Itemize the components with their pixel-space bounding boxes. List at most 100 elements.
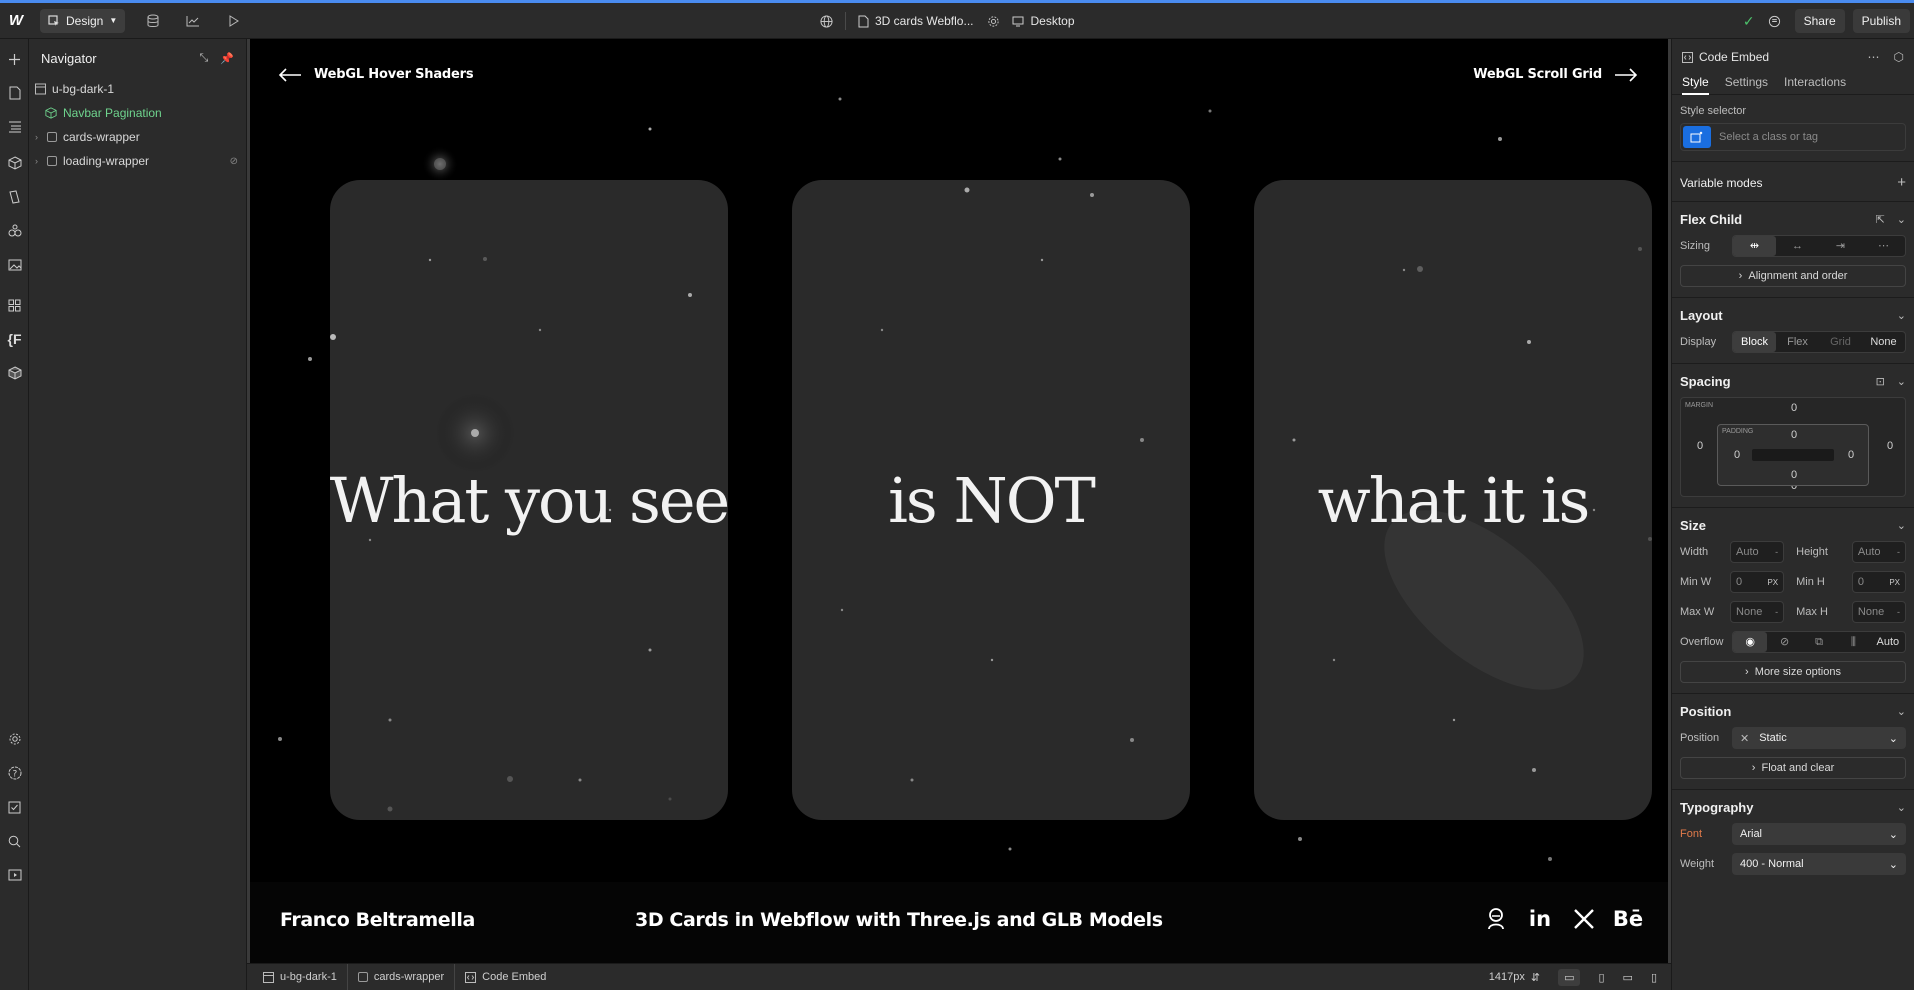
github-icon[interactable] [1482, 905, 1510, 933]
canvas[interactable]: WebGL Hover Shaders WebGL Scroll Grid Wh… [250, 39, 1668, 963]
expand-icon[interactable]: ⇱ [1876, 213, 1885, 226]
design-mode-button[interactable]: Design ▼ [40, 8, 126, 33]
cms-collections-icon[interactable]: {F [0, 325, 29, 353]
width-input[interactable]: Auto - [1730, 541, 1785, 563]
comments-icon[interactable] [1763, 3, 1787, 39]
pages-icon[interactable] [0, 79, 29, 107]
display-none-option[interactable]: None [1862, 332, 1905, 352]
style-selector-field[interactable]: Select a class or tag [1680, 123, 1906, 151]
chevron-down-icon[interactable]: ⌄ [1897, 309, 1906, 322]
analytics-icon[interactable] [173, 3, 213, 39]
add-elements-icon[interactable] [0, 45, 29, 73]
help-icon[interactable]: ? [0, 759, 29, 787]
weight-select[interactable]: 400 - Normal ⌄ [1732, 853, 1906, 875]
page-selector[interactable]: 3D cards Webflo... [858, 14, 973, 28]
breadcrumb-code-embed[interactable]: Code Embed [455, 964, 556, 990]
font-select[interactable]: Arial ⌄ [1732, 823, 1906, 845]
video-tutorial-icon[interactable] [0, 861, 29, 889]
overflow-scroll-icon[interactable]: ⧉ [1802, 632, 1836, 652]
tab-style[interactable]: Style [1682, 75, 1709, 95]
components-icon[interactable] [0, 149, 29, 177]
collapse-all-icon[interactable]: ⤡ [199, 52, 208, 65]
overflow-visible-eye-icon[interactable]: ◉ [1733, 632, 1768, 652]
card-3[interactable]: what it is [1254, 180, 1652, 820]
search-icon[interactable] [0, 827, 29, 855]
chevron-down-icon[interactable]: ⌄ [1897, 801, 1906, 814]
hidden-eye-icon[interactable]: ⊘ [230, 156, 238, 167]
chevron-down-icon[interactable]: ⌄ [1897, 519, 1906, 532]
resize-icon[interactable]: ⇵ [1531, 971, 1540, 984]
share-button[interactable]: Share [1794, 9, 1845, 33]
apps-icon[interactable] [0, 291, 29, 319]
behance-icon[interactable]: Bē [1613, 905, 1643, 933]
margin-right-value[interactable]: 0 [1887, 440, 1893, 452]
variables-icon[interactable] [0, 217, 29, 245]
settings-gear-icon[interactable] [0, 725, 29, 753]
style-manager-icon[interactable] [0, 183, 29, 211]
preview-play-icon[interactable] [213, 3, 253, 39]
shrink-icon[interactable]: ⇹ [1733, 236, 1776, 256]
breadcrumb-body[interactable]: u-bg-dark-1 [253, 963, 348, 990]
globe-icon[interactable] [820, 14, 833, 28]
height-input[interactable]: Auto - [1851, 541, 1906, 563]
assets-image-icon[interactable] [0, 251, 29, 279]
position-select[interactable]: ✕ Static ⌄ [1732, 727, 1906, 749]
display-block-option[interactable]: Block [1733, 332, 1776, 352]
padding-right-value[interactable]: 0 [1848, 449, 1854, 461]
breadcrumb-cards-wrapper[interactable]: cards-wrapper [348, 963, 456, 990]
prev-link-webgl-hover-shaders[interactable]: WebGL Hover Shaders [278, 67, 474, 82]
chevron-down-icon[interactable]: ⌄ [1897, 375, 1906, 388]
card-1[interactable]: What you see [330, 180, 728, 820]
card-2[interactable]: is NOT [792, 180, 1190, 820]
min-width-input[interactable]: 0 PX [1730, 571, 1785, 593]
chevron-down-icon[interactable]: ⌄ [1897, 213, 1906, 226]
linkedin-icon[interactable]: in [1526, 905, 1554, 933]
max-width-input[interactable]: None - [1730, 601, 1785, 623]
mobile-landscape-icon[interactable]: ▭ [1623, 971, 1633, 984]
tab-settings[interactable]: Settings [1725, 75, 1768, 89]
chevron-down-icon[interactable]: ⌄ [1897, 705, 1906, 718]
publish-button[interactable]: Publish [1852, 9, 1910, 33]
tree-item-cards-wrapper[interactable]: › cards-wrapper [29, 125, 246, 149]
padding-left-value[interactable]: 0 [1734, 449, 1740, 461]
page-settings-gear-icon[interactable] [987, 15, 1000, 28]
grow-icon[interactable]: ↔ [1776, 236, 1819, 256]
padding-top-value[interactable]: 0 [1791, 429, 1797, 441]
display-grid-option[interactable]: Grid [1819, 332, 1862, 352]
margin-top-value[interactable]: 0 [1791, 402, 1797, 414]
webflow-logo-icon[interactable]: W [0, 12, 32, 29]
display-flex-option[interactable]: Flex [1776, 332, 1819, 352]
3d-box-icon[interactable] [0, 359, 29, 387]
desktop-breakpoint-icon[interactable]: ▭ [1558, 968, 1581, 986]
spacing-preset-icon[interactable]: ⊡ [1876, 375, 1885, 388]
margin-left-value[interactable]: 0 [1697, 440, 1703, 452]
no-shrink-icon[interactable]: ⇥ [1819, 236, 1862, 256]
mobile-portrait-icon[interactable]: ▯ [1651, 971, 1657, 984]
alignment-order-button[interactable]: › Alignment and order [1680, 265, 1906, 287]
navigator-icon[interactable] [0, 113, 29, 141]
min-width-unit[interactable]: PX [1767, 578, 1778, 587]
breakpoint-selector[interactable]: Desktop [1012, 14, 1075, 28]
chevron-right-icon[interactable]: › [35, 156, 45, 166]
component-create-icon[interactable]: ⬡ [1894, 50, 1904, 64]
overflow-auto-option[interactable]: Auto [1871, 632, 1905, 652]
tab-interactions[interactable]: Interactions [1784, 75, 1846, 89]
next-link-webgl-scroll-grid[interactable]: WebGL Scroll Grid [1473, 67, 1638, 82]
pin-icon[interactable]: 📌 [220, 52, 234, 65]
cms-database-icon[interactable] [133, 3, 173, 39]
tree-item-body[interactable]: u-bg-dark-1 [29, 77, 246, 101]
selector-icon[interactable] [1683, 126, 1711, 148]
audit-checkbox-icon[interactable] [0, 793, 29, 821]
more-options-icon[interactable]: ⋯ [1868, 50, 1880, 64]
footer-author[interactable]: Franco Beltramella [280, 909, 475, 931]
tree-item-loading-wrapper[interactable]: › loading-wrapper ⊘ [29, 149, 246, 173]
more-size-options-button[interactable]: › More size options [1680, 661, 1906, 683]
overflow-hidden-icon[interactable]: ⊘ [1767, 632, 1801, 652]
padding-bottom-value[interactable]: 0 [1791, 469, 1797, 481]
add-variable-mode-icon[interactable]: + [1897, 174, 1906, 191]
min-height-unit[interactable]: PX [1889, 578, 1900, 587]
more-options-icon[interactable]: ⋯ [1862, 236, 1905, 256]
tablet-breakpoint-icon[interactable]: ▯ [1598, 971, 1604, 984]
overflow-clip-icon[interactable]: ⫼ [1836, 632, 1870, 652]
x-icon[interactable] [1570, 905, 1598, 933]
